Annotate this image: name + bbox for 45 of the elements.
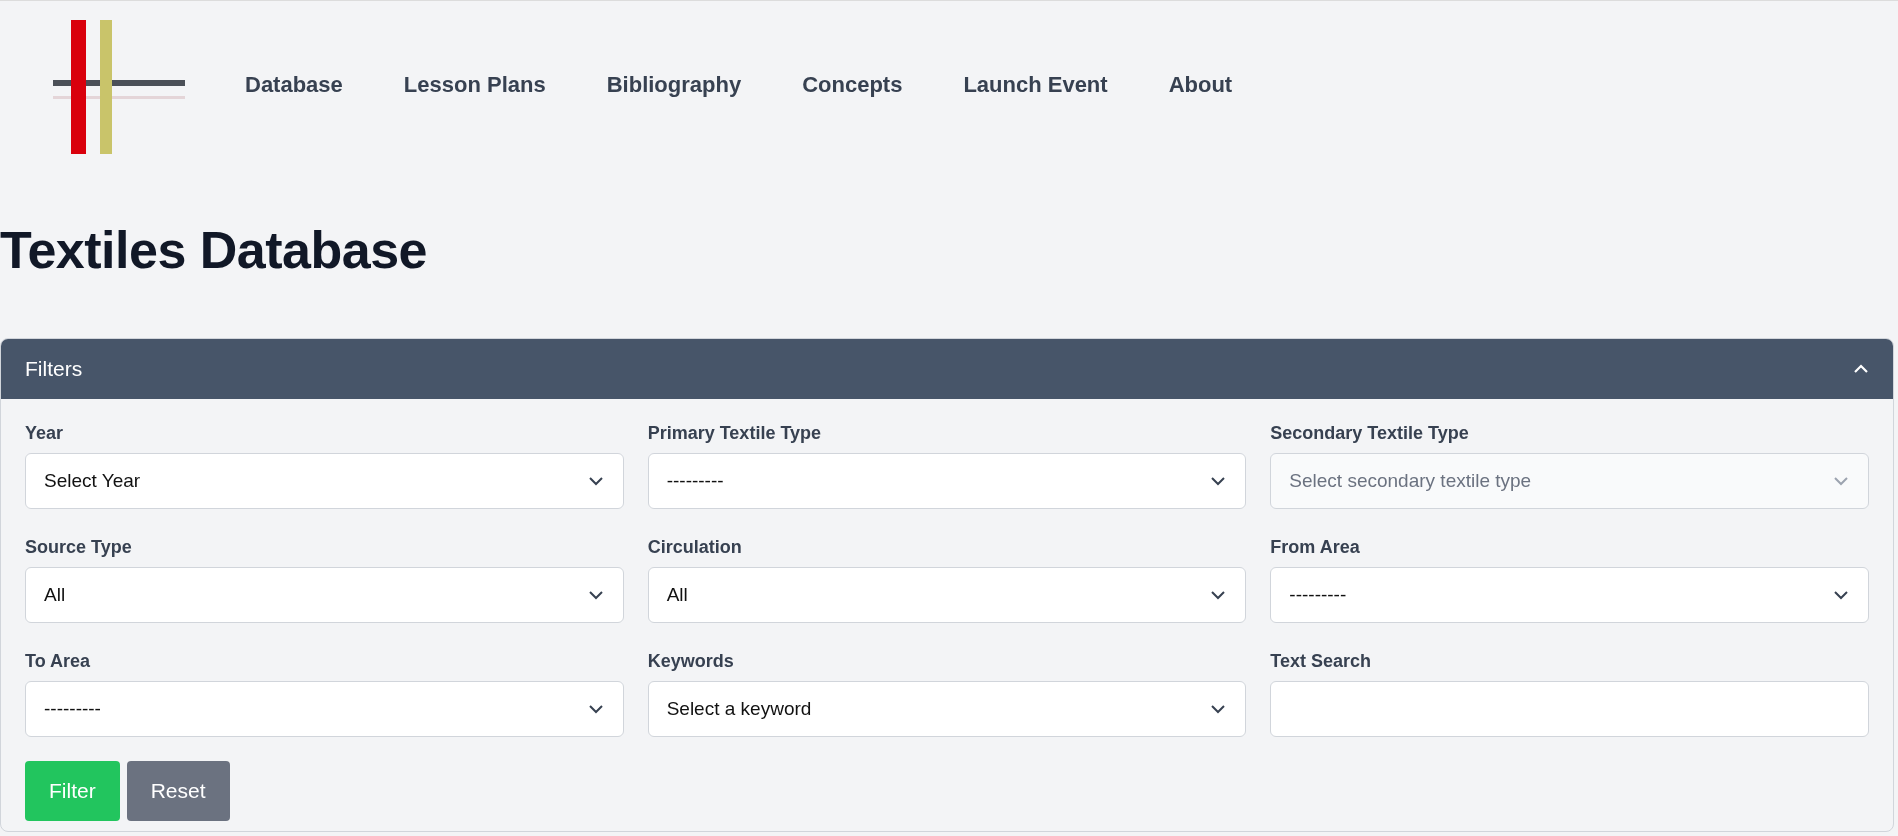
caret-icon (588, 476, 603, 486)
nav-link[interactable]: Launch Event (963, 71, 1108, 98)
nav-link[interactable]: About (1168, 71, 1233, 98)
nav-link[interactable]: Database (245, 71, 343, 98)
caret-icon (1834, 476, 1848, 486)
select-value: All (666, 584, 688, 606)
select-field[interactable]: Select a keyword (647, 681, 1247, 737)
select-value: Select Year (44, 470, 141, 492)
select-field[interactable]: --------- (25, 681, 624, 737)
caret-icon (1211, 590, 1226, 600)
logo-icon[interactable] (53, 19, 185, 154)
caret-icon (1211, 704, 1226, 714)
page-title: Textiles Database (0, 224, 428, 276)
field-label: Year (25, 423, 65, 444)
chevron-icon[interactable] (1853, 364, 1869, 374)
text-search-field[interactable] (1270, 681, 1869, 737)
select-value: All (44, 584, 66, 606)
field-label: From Area (1270, 537, 1361, 558)
select-field[interactable]: All (25, 567, 624, 623)
select-field[interactable]: --------- (1270, 567, 1869, 623)
select-placeholder: Select secondary textile type (1289, 470, 1532, 492)
filters-header[interactable]: Filters (1, 339, 1893, 399)
field-label: Circulation (647, 537, 743, 558)
select-field[interactable]: --------- (647, 453, 1247, 509)
nav-link[interactable]: Concepts (802, 71, 903, 98)
field-label: Primary Textile Type (647, 423, 823, 444)
nav-link[interactable]: Bibliography (606, 71, 742, 98)
select-value: --------- (666, 470, 724, 492)
caret-icon (1211, 476, 1226, 486)
select-value: --------- (44, 698, 101, 720)
caret-icon (588, 704, 603, 714)
select-value: --------- (1289, 584, 1347, 606)
field-label: Source Type (25, 537, 133, 558)
filters-title: Filters (25, 357, 83, 381)
field-label: Keywords (647, 651, 735, 672)
field-label: Secondary Textile Type (1270, 423, 1470, 444)
select-field[interactable]: Select Year (25, 453, 624, 509)
select-value: Select a keyword (666, 698, 812, 720)
field-label: To Area (25, 651, 91, 672)
nav-link[interactable]: Lesson Plans (403, 71, 546, 98)
select-field[interactable]: All (647, 567, 1247, 623)
caret-icon (1834, 590, 1848, 600)
field-label: Text Search (1270, 651, 1373, 672)
caret-icon (588, 590, 603, 600)
reset-button[interactable]: Reset (126, 761, 230, 821)
